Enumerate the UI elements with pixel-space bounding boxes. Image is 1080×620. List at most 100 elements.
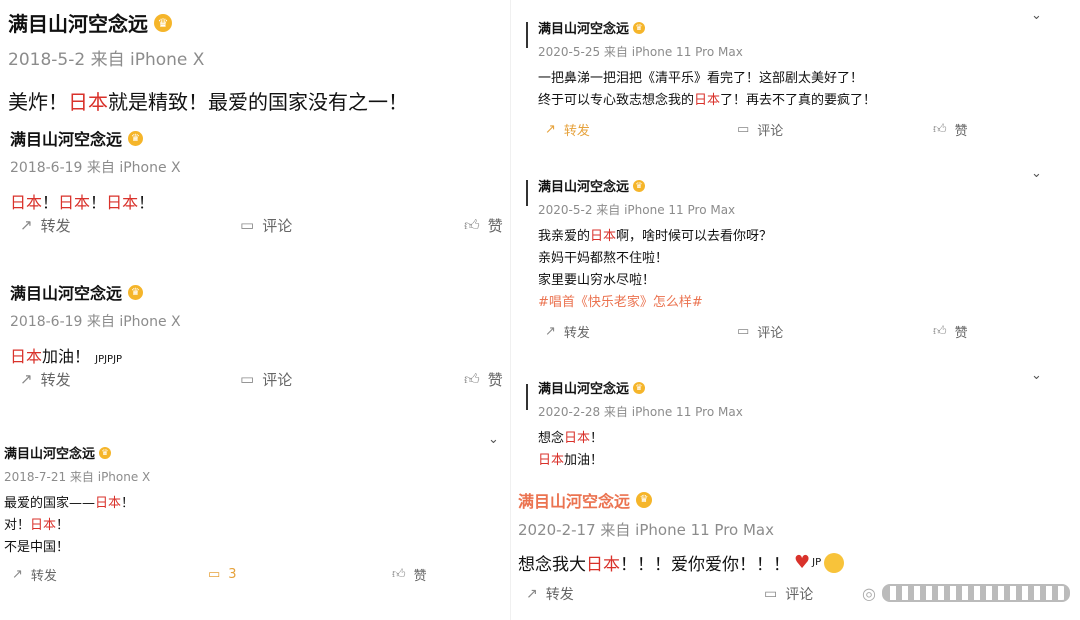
- keyword-link[interactable]: 日本: [58, 193, 90, 212]
- text-segment: JP: [812, 557, 822, 568]
- text-line: 终于可以专心致志想念我的日本了！再去不了真的要疯了！: [538, 90, 876, 112]
- keyword-link[interactable]: 日本: [694, 93, 720, 108]
- like-label: 赞: [487, 216, 503, 235]
- post-meta: 2020-2-28 来自 iPhone 11 Pro Max: [538, 405, 743, 419]
- comment-button[interactable]: ▭ 评论: [240, 369, 292, 390]
- crown-badge-icon: ♛: [128, 130, 144, 146]
- keyword-link[interactable]: 日本: [10, 347, 42, 366]
- text-segment: 终于可以专心致志想念我的: [538, 93, 695, 108]
- username-text[interactable]: 满目山河空念远: [538, 378, 629, 397]
- post-username[interactable]: 满目山河空念远 ♛: [8, 8, 408, 37]
- comment-button[interactable]: ▭ 3: [208, 567, 237, 582]
- heart-icon: ♥: [794, 552, 811, 573]
- post-username[interactable]: 满目山河空念远 ♛: [538, 176, 772, 195]
- text-segment: 想念: [538, 431, 565, 446]
- repost-button[interactable]: ↗ 转发: [545, 322, 590, 341]
- post-actions: ↗ 转发 ▭ 评论 👍︎ 赞: [545, 321, 1015, 341]
- repost-button[interactable]: ↗ 转发: [20, 215, 71, 236]
- chevron-down-icon[interactable]: ⌄: [1031, 166, 1042, 181]
- post-username[interactable]: 满目山河空念远 ♛: [10, 126, 181, 150]
- weibo-post-7: 满目山河空念远 ♛ 2020-2-28 来自 iPhone 11 Pro Max…: [538, 378, 743, 472]
- repost-icon: ↗: [545, 323, 556, 339]
- keyword-link[interactable]: 日本: [586, 550, 620, 575]
- crown-badge-icon: ♛: [633, 179, 646, 192]
- repost-button[interactable]: ↗ 转发: [20, 369, 71, 390]
- text-segment: 对！: [4, 518, 31, 533]
- text-line: 我亲爱的日本啊，啥时候可以去看你呀？: [538, 226, 772, 248]
- comment-label: 评论: [785, 587, 814, 603]
- comment-icon: ▭: [737, 323, 750, 339]
- username-text[interactable]: 满目山河空念远: [10, 126, 122, 150]
- text-line: 想念日本！: [538, 428, 743, 450]
- text-segment: ！: [138, 193, 155, 212]
- post-text: 日本！日本！日本！: [10, 189, 181, 213]
- like-button[interactable]: 👍︎ 赞: [392, 565, 427, 584]
- like-button[interactable]: 👍︎ 赞: [933, 120, 968, 139]
- username-text[interactable]: 满目山河空念远: [8, 8, 148, 37]
- chevron-down-icon[interactable]: ⌄: [1031, 8, 1042, 23]
- like-button[interactable]: 👍︎ 赞: [933, 322, 968, 341]
- comment-button[interactable]: ▭ 评论: [737, 322, 783, 341]
- text-segment: 我亲爱的: [538, 229, 591, 244]
- like-button[interactable]: 👍︎ 赞: [464, 369, 503, 390]
- watermark: ◎: [862, 580, 1070, 606]
- post-username[interactable]: 满目山河空念远 ♛: [538, 378, 743, 397]
- weibo-post-6: 满目山河空念远 ♛ 2020-5-2 来自 iPhone 11 Pro Max …: [538, 176, 772, 314]
- post-username[interactable]: 满目山河空念远 ♛: [518, 488, 844, 512]
- text-segment: 亲妈干妈都熬不住啦！: [538, 251, 669, 266]
- text-segment: 啊，啥时候可以去看你呀？: [616, 229, 773, 244]
- text-segment: ！: [90, 193, 107, 212]
- keyword-link[interactable]: 日本: [106, 193, 138, 212]
- comment-label: 评论: [262, 370, 293, 389]
- repost-icon: ↗: [20, 216, 33, 234]
- keyword-link[interactable]: 日本: [95, 496, 121, 511]
- repost-label: 转发: [40, 216, 71, 235]
- comment-button[interactable]: ▭ 评论: [240, 215, 292, 236]
- crown-badge-icon: ♛: [633, 381, 646, 394]
- post-meta: 2020-5-25 来自 iPhone 11 Pro Max: [538, 45, 743, 59]
- weibo-post-4: 满目山河空念远 ♛ 2018-7-21 来自 iPhone X 最爱的国家——日…: [4, 443, 150, 559]
- weibo-post-5: 满目山河空念远 ♛ 2020-5-25 来自 iPhone 11 Pro Max…: [538, 18, 876, 112]
- repost-label: 转发: [563, 325, 590, 341]
- repost-button[interactable]: ↗ 转发: [12, 565, 57, 584]
- like-button[interactable]: 👍︎ 赞: [464, 215, 503, 236]
- username-text[interactable]: 满目山河空念远: [518, 488, 630, 512]
- username-text[interactable]: 满目山河空念远: [10, 280, 122, 304]
- post-text: 一把鼻涕一把泪把《清平乐》看完了！这部剧太美好了！ 终于可以专心致志想念我的日本…: [538, 68, 876, 112]
- keyword-link[interactable]: 日本: [68, 90, 108, 114]
- comment-icon: ▭: [737, 121, 750, 137]
- repost-label: 转发: [563, 123, 590, 139]
- repost-icon: ↗: [545, 121, 556, 137]
- text-line: 不是中国！: [4, 537, 150, 559]
- text-segment: 美炸！: [8, 90, 68, 114]
- repost-button[interactable]: ↗ 转发: [545, 120, 590, 139]
- keyword-link[interactable]: 日本: [590, 229, 616, 244]
- text-segment: 加油！: [42, 347, 91, 366]
- chevron-down-icon[interactable]: ⌄: [1031, 368, 1042, 383]
- text-segment: 家里要山穷水尽啦！: [538, 273, 656, 288]
- username-text[interactable]: 满目山河空念远: [538, 176, 629, 195]
- comment-button[interactable]: ▭ 评论: [737, 120, 783, 139]
- keyword-link[interactable]: 日本: [564, 431, 590, 446]
- crop-edge: [526, 180, 528, 206]
- hashtag-link[interactable]: #唱首《快乐老家》怎么样#: [538, 295, 703, 310]
- repost-label: 转发: [40, 370, 71, 389]
- post-username[interactable]: 满目山河空念远 ♛: [4, 443, 150, 462]
- keyword-link[interactable]: 日本: [10, 193, 42, 212]
- post-username[interactable]: 满目山河空念远 ♛: [10, 280, 181, 304]
- like-label: 赞: [413, 568, 427, 584]
- like-label: 赞: [487, 370, 503, 389]
- comment-label: 评论: [757, 123, 784, 139]
- chevron-down-icon[interactable]: ⌄: [488, 432, 499, 447]
- comment-icon: ▭: [240, 370, 255, 388]
- text-segment: ！: [56, 518, 70, 533]
- comment-button[interactable]: ▭ 评论: [764, 585, 813, 603]
- keyword-link[interactable]: 日本: [30, 518, 56, 533]
- like-icon: 👍︎: [464, 369, 480, 388]
- post-text: 最爱的国家——日本！ 对！日本！ 不是中国！: [4, 493, 150, 559]
- keyword-link[interactable]: 日本: [538, 453, 564, 468]
- repost-button[interactable]: ↗ 转发: [526, 585, 574, 603]
- username-text[interactable]: 满目山河空念远: [4, 443, 95, 462]
- username-text[interactable]: 满目山河空念远: [538, 18, 629, 37]
- post-username[interactable]: 满目山河空念远 ♛: [538, 18, 876, 37]
